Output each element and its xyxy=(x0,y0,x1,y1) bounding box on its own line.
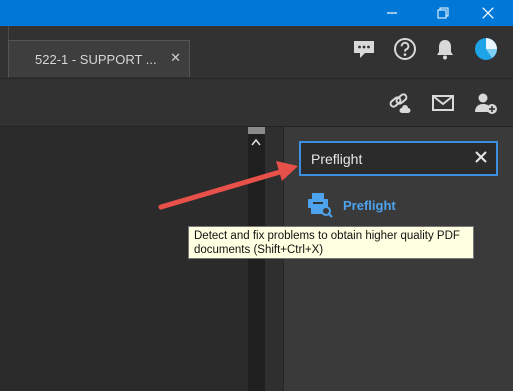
scrollbar-thumb[interactable] xyxy=(248,127,265,134)
email-icon xyxy=(432,95,454,111)
vertical-scrollbar[interactable] xyxy=(248,127,265,391)
document-view[interactable] xyxy=(0,127,248,391)
minimize-button[interactable] xyxy=(375,0,409,26)
account-button[interactable] xyxy=(473,36,499,62)
toolbar xyxy=(0,79,513,127)
tab-close-button[interactable]: ✕ xyxy=(170,50,181,66)
clear-search-button[interactable] xyxy=(474,150,488,169)
tooltip: Detect and fix problems to obtain higher… xyxy=(188,226,474,259)
document-tab[interactable]: 522-1 - SUPPORT ... ✕ xyxy=(8,40,190,77)
scroll-up-button[interactable] xyxy=(251,138,261,149)
bell-icon xyxy=(437,40,453,60)
email-button[interactable] xyxy=(430,90,456,116)
comment-button[interactable] xyxy=(351,36,377,62)
close-button[interactable] xyxy=(471,0,505,26)
panel-gutter xyxy=(265,127,283,391)
tool-search-input[interactable] xyxy=(311,149,461,169)
search-result-preflight[interactable]: Preflight xyxy=(306,192,426,218)
add-user-icon xyxy=(475,93,497,114)
share-link-button[interactable] xyxy=(387,90,413,116)
close-icon xyxy=(475,151,487,163)
help-button[interactable] xyxy=(392,36,418,62)
comment-icon xyxy=(354,41,374,58)
notifications-button[interactable] xyxy=(432,36,458,62)
minimize-icon xyxy=(387,12,397,14)
restore-icon xyxy=(437,7,449,19)
tooltip-line-1: Detect and fix problems to obtain higher… xyxy=(194,230,460,242)
close-icon xyxy=(482,7,494,19)
link-icon xyxy=(389,93,411,113)
add-user-button[interactable] xyxy=(473,90,499,116)
chevron-up-icon xyxy=(251,138,261,146)
result-label: Preflight xyxy=(343,198,396,213)
title-bar xyxy=(0,0,513,26)
tooltip-line-2: documents (Shift+Ctrl+X) xyxy=(194,244,324,256)
tab-title: 522-1 - SUPPORT ... xyxy=(35,52,157,67)
preflight-icon xyxy=(308,193,333,218)
help-icon xyxy=(394,38,416,60)
tool-search-box[interactable] xyxy=(299,141,498,176)
restore-button[interactable] xyxy=(426,0,460,26)
account-icon xyxy=(475,38,497,60)
